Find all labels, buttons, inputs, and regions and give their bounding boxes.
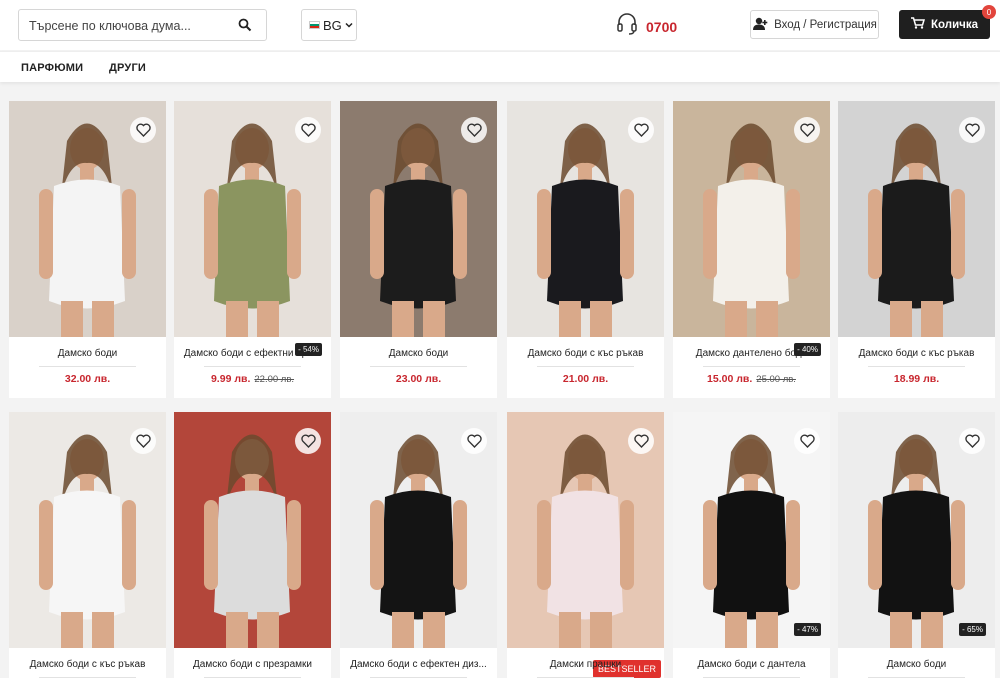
product-name[interactable]: Дамско боди с къс ръкав <box>13 659 162 670</box>
heart-icon[interactable] <box>959 428 985 454</box>
product-card[interactable]: Дамско боди с презрамки <box>174 412 331 678</box>
bulgarian-flag-icon <box>309 21 320 29</box>
phone-contact[interactable]: 0700 <box>616 12 677 41</box>
product-card[interactable]: Дамско боди 32.00 лв. <box>9 101 166 398</box>
language-code: BG <box>323 17 342 33</box>
main-nav: ПАРФЮМИ ДРУГИ <box>0 51 1000 82</box>
product-card[interactable]: BESTSELLER Дамски прашки <box>507 412 664 678</box>
divider <box>537 366 634 367</box>
product-price: 15.00 лв. 25.00 лв. <box>673 373 830 385</box>
heart-icon[interactable] <box>461 117 487 143</box>
product-card[interactable]: - 54% Дамско боди с ефектни пре... 9.99 лв… <box>174 101 331 398</box>
product-price: 21.00 лв. <box>507 373 664 385</box>
heart-icon[interactable] <box>628 428 654 454</box>
product-name[interactable]: Дамско дантелено боди <box>677 348 826 359</box>
divider <box>370 366 467 367</box>
divider <box>39 366 136 367</box>
old-price: 25.00 лв. <box>756 374 796 385</box>
language-selector[interactable]: BG <box>301 9 357 41</box>
product-name[interactable]: Дамско боди с дантела <box>677 659 826 670</box>
discount-badge: - 65% <box>959 623 986 636</box>
site-header: BG 0700 Вход / Регистрация Количка 0 <box>0 0 1000 50</box>
product-price: 32.00 лв. <box>9 373 166 385</box>
headset-icon <box>616 12 638 41</box>
cart-label: Количка <box>931 18 978 31</box>
product-name[interactable]: Дамско боди с къс ръкав <box>842 348 991 359</box>
nav-item-perfumes[interactable]: ПАРФЮМИ <box>21 62 83 74</box>
login-label: Вход / Регистрация <box>774 18 877 31</box>
current-price: 32.00 лв. <box>64 373 111 385</box>
divider <box>204 366 301 367</box>
current-price: 23.00 лв. <box>395 373 442 385</box>
product-name[interactable]: Дамско боди с ефектни пре... <box>178 348 327 359</box>
product-card[interactable]: - 47% Дамско боди с дантела <box>673 412 830 678</box>
search-icon[interactable] <box>238 18 252 32</box>
current-price: 15.00 лв. <box>707 373 753 385</box>
heart-icon[interactable] <box>295 428 321 454</box>
chevron-down-icon <box>345 22 353 28</box>
product-card[interactable]: Дамско боди 23.00 лв. <box>340 101 497 398</box>
product-price: 9.99 лв. 22.00 лв. <box>174 373 331 385</box>
current-price: 21.00 лв. <box>562 373 609 385</box>
product-price: 23.00 лв. <box>340 373 497 385</box>
product-name[interactable]: Дамско боди <box>13 348 162 359</box>
search-box <box>18 9 267 41</box>
phone-number: 0700 <box>646 18 678 35</box>
heart-icon[interactable] <box>130 117 156 143</box>
old-price: 22.00 лв. <box>254 374 295 385</box>
divider <box>703 366 800 367</box>
product-card[interactable]: Дамско боди с къс ръкав <box>9 412 166 678</box>
product-price: 18.99 лв. <box>838 373 995 385</box>
discount-badge: - 47% <box>794 623 821 636</box>
product-card[interactable]: Дамско боди с къс ръкав 21.00 лв. <box>507 101 664 398</box>
product-name[interactable]: Дамско боди <box>344 348 493 359</box>
heart-icon[interactable] <box>794 428 820 454</box>
user-add-icon <box>752 17 768 33</box>
nav-item-other[interactable]: ДРУГИ <box>109 62 146 74</box>
heart-icon[interactable] <box>959 117 985 143</box>
divider <box>868 366 965 367</box>
heart-icon[interactable] <box>628 117 654 143</box>
heart-icon[interactable] <box>794 117 820 143</box>
product-card[interactable]: Дамско боди с ефектен диз... <box>340 412 497 678</box>
heart-icon[interactable] <box>295 117 321 143</box>
cart-icon <box>911 17 926 32</box>
product-card[interactable]: - 65% Дамско боди <box>838 412 995 678</box>
product-card[interactable]: Дамско боди с къс ръкав 18.99 лв. <box>838 101 995 398</box>
product-name[interactable]: Дамски прашки <box>511 659 660 670</box>
cart-count-badge: 0 <box>982 5 996 19</box>
heart-icon[interactable] <box>461 428 487 454</box>
search-input[interactable] <box>29 16 229 36</box>
product-card[interactable]: - 40% Дамско дантелено боди 15.00 лв. 25.00… <box>673 101 830 398</box>
heart-icon[interactable] <box>130 428 156 454</box>
current-price: 18.99 лв. <box>893 373 940 385</box>
current-price: 9.99 лв. <box>210 373 251 385</box>
login-register-button[interactable]: Вход / Регистрация <box>750 10 879 39</box>
product-name[interactable]: Дамско боди с презрамки <box>178 659 327 670</box>
product-name[interactable]: Дамско боди с къс ръкав <box>511 348 660 359</box>
product-name[interactable]: Дамско боди <box>842 659 991 670</box>
cart-button[interactable]: Количка <box>899 10 990 39</box>
product-name[interactable]: Дамско боди с ефектен диз... <box>344 659 493 670</box>
